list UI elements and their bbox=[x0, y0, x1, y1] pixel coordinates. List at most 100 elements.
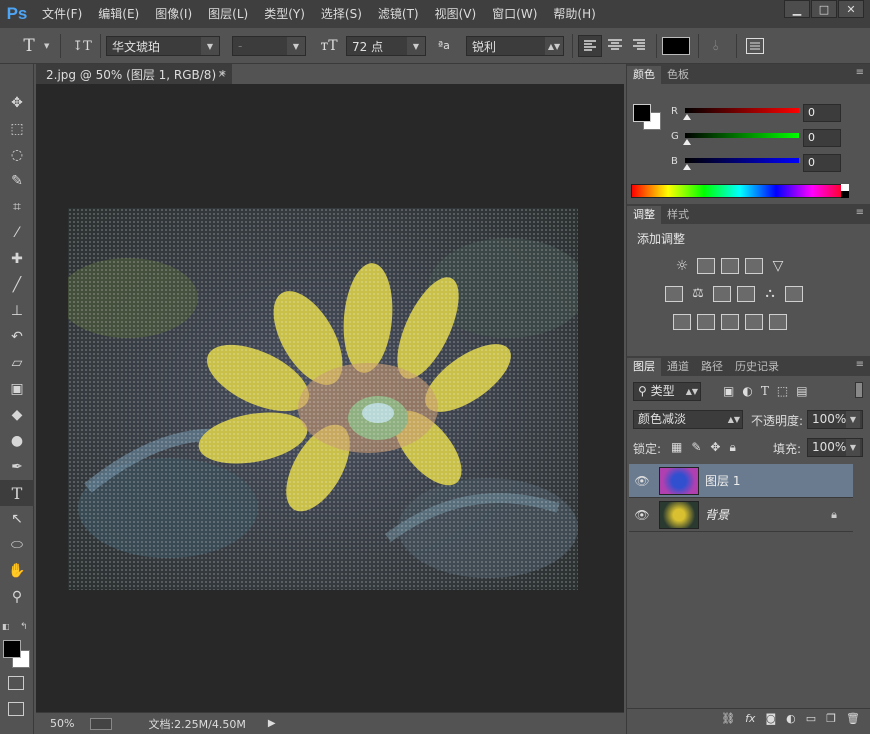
tab-layers[interactable]: 图层 bbox=[627, 358, 661, 376]
clone-stamp-tool-icon[interactable]: ⊥ bbox=[0, 298, 34, 324]
layer-style-icon[interactable]: fx bbox=[745, 712, 755, 725]
healing-brush-tool-icon[interactable]: ✚ bbox=[0, 246, 34, 272]
history-brush-tool-icon[interactable]: ↶ bbox=[0, 324, 34, 350]
close-icon[interactable]: × bbox=[218, 69, 226, 80]
type-filter-icon[interactable]: T bbox=[761, 384, 769, 398]
maximize-button[interactable]: □ bbox=[811, 0, 837, 18]
menu-layer[interactable]: 图层(L) bbox=[200, 0, 256, 28]
screen-mode-icon[interactable] bbox=[8, 702, 24, 716]
photo-filter-icon[interactable] bbox=[737, 286, 755, 302]
tab-channels[interactable]: 通道 bbox=[661, 358, 695, 376]
path-select-tool-icon[interactable]: ↖ bbox=[0, 506, 34, 532]
layer-row[interactable]: 👁︎ 图层 1 bbox=[629, 464, 853, 498]
blur-tool-icon[interactable]: ◆ bbox=[0, 402, 34, 428]
blue-slider[interactable] bbox=[685, 158, 799, 163]
menu-type[interactable]: 类型(Y) bbox=[256, 0, 313, 28]
blue-value[interactable]: 0 bbox=[803, 154, 841, 172]
document-tab[interactable]: 2.jpg @ 50% (图层 1, RGB/8) * × bbox=[36, 64, 232, 84]
marquee-tool-icon[interactable]: ⬚ bbox=[0, 116, 34, 142]
hue-saturation-icon[interactable] bbox=[665, 286, 683, 302]
dodge-tool-icon[interactable]: ● bbox=[0, 428, 34, 454]
text-orientation-icon[interactable]: ↧T bbox=[70, 36, 94, 56]
panel-menu-icon[interactable]: ≡ bbox=[856, 67, 864, 78]
menu-select[interactable]: 选择(S) bbox=[313, 0, 370, 28]
eye-icon[interactable]: 👁︎ bbox=[629, 474, 655, 488]
green-value[interactable]: 0 bbox=[803, 129, 841, 147]
brightness-icon[interactable]: ☼ bbox=[673, 258, 691, 274]
tab-paths[interactable]: 路径 bbox=[695, 358, 729, 376]
lasso-tool-icon[interactable]: ◌ bbox=[0, 142, 34, 168]
posterize-icon[interactable] bbox=[697, 314, 715, 330]
menu-help[interactable]: 帮助(H) bbox=[545, 0, 603, 28]
font-family-select[interactable]: 华文琥珀 ▼ bbox=[106, 36, 220, 56]
default-colors-icon[interactable]: ◧ bbox=[2, 622, 10, 631]
align-center-button[interactable] bbox=[604, 35, 626, 57]
red-slider-thumb[interactable] bbox=[683, 114, 691, 120]
filter-toggle-switch[interactable] bbox=[855, 382, 863, 398]
pen-tool-icon[interactable]: ✒ bbox=[0, 454, 34, 480]
document-image[interactable] bbox=[68, 208, 578, 590]
new-layer-icon[interactable]: ❐ bbox=[826, 712, 836, 725]
color-balance-icon[interactable]: ⚖ bbox=[689, 286, 707, 302]
invert-icon[interactable] bbox=[673, 314, 691, 330]
minimize-button[interactable]: ▁ bbox=[784, 0, 810, 18]
threshold-icon[interactable] bbox=[721, 314, 739, 330]
font-size-select[interactable]: 72 点 ▼ bbox=[346, 36, 426, 56]
tool-preset-chevron-icon[interactable]: ▼ bbox=[44, 42, 49, 50]
brush-tool-icon[interactable]: ╱ bbox=[0, 272, 34, 298]
shape-tool-icon[interactable]: ⬭ bbox=[0, 532, 34, 558]
green-slider[interactable] bbox=[685, 133, 799, 138]
red-slider[interactable] bbox=[685, 108, 799, 113]
tab-history[interactable]: 历史记录 bbox=[729, 358, 785, 376]
menu-window[interactable]: 窗口(W) bbox=[484, 0, 545, 28]
tab-swatches[interactable]: 色板 bbox=[661, 66, 695, 84]
add-mask-icon[interactable]: ◙ bbox=[765, 712, 776, 725]
align-left-button[interactable] bbox=[578, 35, 602, 57]
menu-filter[interactable]: 滤镜(T) bbox=[370, 0, 427, 28]
status-menu-arrow-icon[interactable]: ▶ bbox=[268, 718, 276, 729]
zoom-tool-icon[interactable]: ⚲ bbox=[0, 584, 34, 610]
green-slider-thumb[interactable] bbox=[683, 139, 691, 145]
black-white-icon[interactable] bbox=[713, 286, 731, 302]
lock-transparent-icon[interactable]: ▦ bbox=[671, 440, 682, 455]
align-right-button[interactable] bbox=[628, 35, 650, 57]
color-spectrum-ramp[interactable] bbox=[631, 184, 849, 198]
move-tool-icon[interactable]: ✥ bbox=[0, 90, 34, 116]
gradient-tool-icon[interactable]: ▣ bbox=[0, 376, 34, 402]
panel-foreground-swatch[interactable] bbox=[633, 104, 651, 122]
text-color-swatch[interactable] bbox=[662, 37, 690, 55]
lock-all-icon[interactable]: 🔒︎ bbox=[729, 440, 735, 455]
type-tool-icon[interactable]: T bbox=[0, 480, 34, 506]
gradient-map-icon[interactable] bbox=[745, 314, 763, 330]
adjustment-filter-icon[interactable]: ◐ bbox=[742, 384, 752, 398]
fill-field[interactable]: 100% ▼ bbox=[807, 438, 863, 457]
eyedropper-tool-icon[interactable]: ⁄ bbox=[0, 220, 34, 246]
menu-image[interactable]: 图像(I) bbox=[147, 0, 200, 28]
eye-icon[interactable]: 👁︎ bbox=[629, 508, 655, 522]
foreground-color-swatch[interactable] bbox=[3, 640, 21, 658]
curves-icon[interactable] bbox=[721, 258, 739, 274]
menu-edit[interactable]: 编辑(E) bbox=[90, 0, 147, 28]
opacity-field[interactable]: 100% ▼ bbox=[807, 410, 863, 429]
warp-text-icon[interactable]: ⫰ bbox=[704, 36, 728, 56]
eraser-tool-icon[interactable]: ▱ bbox=[0, 350, 34, 376]
blend-mode-select[interactable]: 颜色减淡 ▲▼ bbox=[633, 410, 743, 429]
tab-color[interactable]: 颜色 bbox=[627, 66, 661, 84]
swap-colors-icon[interactable]: ↰ bbox=[20, 622, 28, 632]
levels-icon[interactable] bbox=[697, 258, 715, 274]
layer-row[interactable]: 👁︎ 背景 🔒︎ bbox=[629, 498, 853, 532]
antialias-select[interactable]: 锐利 ▲▼ bbox=[466, 36, 564, 56]
lock-pixels-icon[interactable]: ✎ bbox=[691, 440, 701, 455]
channel-mixer-icon[interactable]: ⛬ bbox=[761, 286, 779, 302]
lock-position-icon[interactable]: ✥ bbox=[710, 440, 720, 455]
smart-object-filter-icon[interactable]: ▤ bbox=[796, 384, 807, 398]
black-white-ramp[interactable] bbox=[841, 184, 849, 198]
new-group-icon[interactable]: ▭ bbox=[806, 712, 816, 725]
link-layers-icon[interactable]: ⛓ bbox=[721, 712, 735, 725]
font-style-select[interactable]: - ▼ bbox=[232, 36, 306, 56]
tab-adjustments[interactable]: 调整 bbox=[627, 206, 661, 224]
panel-menu-icon[interactable]: ≡ bbox=[856, 207, 864, 218]
quick-mask-icon[interactable] bbox=[8, 676, 24, 690]
vibrance-icon[interactable]: ▽ bbox=[769, 258, 787, 274]
shape-filter-icon[interactable]: ⬚ bbox=[777, 384, 788, 398]
